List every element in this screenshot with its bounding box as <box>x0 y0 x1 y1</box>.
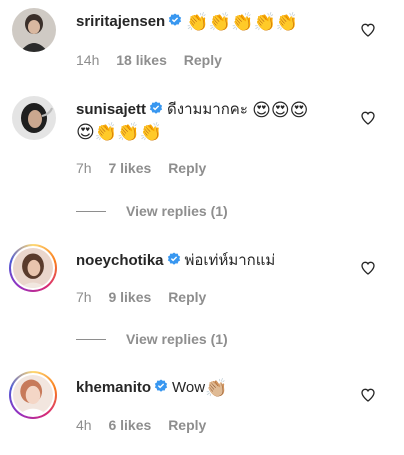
comment-likes[interactable]: 18 likes <box>116 52 167 68</box>
heart-outline-icon[interactable] <box>360 260 376 276</box>
verified-badge-icon <box>149 101 163 115</box>
comment-likes[interactable]: 9 likes <box>108 289 151 305</box>
divider-line <box>76 210 106 212</box>
comment-emojis-line2: 😍👏👏👏 <box>76 122 163 142</box>
divider-line <box>76 338 106 340</box>
comment-emojis: 👏👏👏👏👏 <box>186 12 299 32</box>
comment-text: ดีงามมากคะ <box>167 101 248 118</box>
comment-text: พ่อเท่ห์มากแม่ <box>184 252 276 269</box>
view-replies-label: View replies (1) <box>126 203 228 219</box>
comment-username[interactable]: sunisajett <box>76 101 146 118</box>
avatar[interactable] <box>12 96 56 140</box>
verified-badge-icon <box>154 379 168 393</box>
heart-outline-icon[interactable] <box>360 387 376 403</box>
heart-outline-icon[interactable] <box>360 110 376 126</box>
comment-time: 14h <box>76 52 100 68</box>
view-replies-button[interactable]: View replies (1) <box>76 202 228 220</box>
avatar[interactable] <box>12 8 56 52</box>
view-replies-label: View replies (1) <box>126 331 228 347</box>
verified-badge-icon <box>168 13 182 27</box>
comment-time: 7h <box>76 160 92 176</box>
view-replies-button[interactable]: View replies (1) <box>76 330 228 348</box>
verified-badge-icon <box>167 252 181 266</box>
comment-username[interactable]: noeychotika <box>76 252 164 269</box>
avatar[interactable] <box>9 244 57 292</box>
reply-button[interactable]: Reply <box>184 52 222 68</box>
comment-time: 7h <box>76 289 92 305</box>
comment-text: Wow <box>172 379 206 396</box>
comment-username[interactable]: khemanito <box>76 379 151 396</box>
comment-emojis: 😍😍😍 <box>252 100 309 120</box>
avatar[interactable] <box>9 371 57 419</box>
reply-button[interactable]: Reply <box>168 417 206 433</box>
comment-time: 4h <box>76 417 92 433</box>
reply-button[interactable]: Reply <box>168 289 206 305</box>
reply-button[interactable]: Reply <box>168 160 206 176</box>
comment-likes[interactable]: 7 likes <box>108 160 151 176</box>
comment-likes[interactable]: 6 likes <box>108 417 151 433</box>
heart-outline-icon[interactable] <box>360 22 376 38</box>
comment-username[interactable]: sriritajensen <box>76 13 165 30</box>
comment-emojis: 👏🏼 <box>205 378 228 398</box>
